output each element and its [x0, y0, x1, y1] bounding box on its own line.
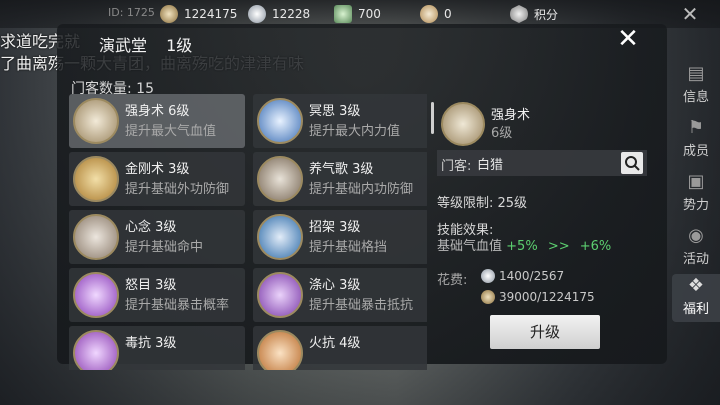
cost-value: 39000/1224175: [499, 290, 595, 304]
effect-base: 基础气血值: [437, 239, 503, 254]
sidebar-item-label: 成员: [682, 144, 709, 159]
skill-card[interactable]: 怒目 3级 提升基础暴击概率: [69, 268, 245, 322]
cost-coins: 39000/1224175: [481, 290, 595, 304]
effect-to: +6%: [579, 239, 612, 254]
mind-skill-icon: [73, 214, 119, 260]
strength-skill-icon: [73, 98, 119, 144]
search-button[interactable]: [621, 152, 643, 174]
skill-card[interactable]: 冥思 3级 提升最大内力值: [253, 94, 427, 148]
background-panel: [60, 358, 660, 388]
cost-value: 1400/2567: [499, 269, 565, 283]
skill-grid: 强身术 6级 提升最大气血值 冥思 3级 提升最大内力值 金刚术 3级 提升基础…: [69, 94, 427, 370]
sidebar-item-label: 信息: [682, 90, 709, 105]
skill-desc: 提升基础格挡: [309, 240, 388, 255]
skill-name: 怒目 3级: [125, 278, 177, 293]
hall-level: 1级: [166, 36, 193, 55]
skill-name: 涤心 3级: [309, 278, 361, 293]
sidebar-item-welfare[interactable]: ❖ 福利: [672, 274, 720, 322]
resource-value: 1224175: [184, 7, 238, 21]
skill-desc: 提升基础暴击概率: [125, 298, 230, 313]
sidebar-item-members[interactable]: ⚑ 成员: [672, 116, 720, 164]
disciple-field[interactable]: [477, 153, 597, 173]
resource-label: 积分: [534, 7, 559, 22]
coin-icon: [160, 5, 178, 23]
points-badge-icon: [510, 5, 528, 23]
resource-value: 700: [358, 7, 381, 21]
player-id: ID: 1725: [108, 6, 155, 19]
rice-bowl-icon: [420, 5, 438, 23]
hall-name: 演武堂: [99, 36, 148, 55]
cleanse-skill-icon: [257, 272, 303, 318]
skill-desc: 提升基础外功防御: [125, 182, 230, 197]
upgrade-button[interactable]: 升级: [490, 315, 600, 349]
search-icon: [625, 156, 640, 171]
level-limit: 等级限制: 25级: [437, 196, 528, 211]
detail-skill-name: 强身术: [491, 108, 531, 123]
bell-skill-icon: [73, 156, 119, 202]
skill-card[interactable]: 涤心 3级 提升基础暴击抵抗: [253, 268, 427, 322]
sidebar-item-faction[interactable]: ▣ 势力: [672, 170, 720, 218]
skill-desc: 提升最大内力值: [309, 124, 401, 139]
cost-title: 花费:: [437, 273, 468, 288]
sidebar: ▤ 信息 ⚑ 成员 ▣ 势力 ◉ 活动 ❖ 福利: [670, 52, 720, 322]
detail-skill-level: 6级: [491, 126, 513, 141]
skill-card[interactable]: 招架 3级 提升基础格挡: [253, 210, 427, 264]
disciple-selector: 门客:: [437, 150, 647, 176]
coin-icon: [481, 290, 495, 304]
members-icon: ⚑: [687, 117, 705, 138]
effect-arrow: >>: [547, 239, 570, 254]
jade-icon: [334, 5, 352, 23]
parry-skill-icon: [257, 214, 303, 260]
welfare-icon: ❖: [687, 275, 705, 296]
silver-ingot-icon: [248, 5, 266, 23]
disciple-label: 门客:: [441, 159, 472, 174]
sidebar-item-label: 活动: [682, 252, 709, 267]
resource-rice: 0: [420, 5, 452, 23]
cost-silver: 1400/2567: [481, 269, 564, 283]
skill-name: 金刚术 3级: [125, 162, 190, 177]
skill-name: 养气歌 3级: [309, 162, 374, 177]
close-icon[interactable]: ✕: [680, 4, 700, 24]
skill-card[interactable]: 强身术 6级 提升最大气血值: [69, 94, 245, 148]
skill-name: 心念 3级: [125, 220, 177, 235]
skill-name: 火抗 4级: [309, 336, 361, 351]
sidebar-item-info[interactable]: ▤ 信息: [672, 62, 720, 110]
glare-skill-icon: [73, 272, 119, 318]
skill-desc: 提升基础命中: [125, 240, 204, 255]
resource-value: 0: [444, 7, 452, 21]
strength-skill-icon: [441, 102, 485, 146]
skill-card[interactable]: 心念 3级 提升基础命中: [69, 210, 245, 264]
skill-name: 冥思 3级: [309, 104, 361, 119]
qi-song-skill-icon: [257, 156, 303, 202]
skill-desc: 提升最大气血值: [125, 124, 217, 139]
resource-value: 12228: [272, 7, 311, 21]
skill-name: 强身术 6级: [125, 104, 190, 119]
silver-ingot-icon: [481, 269, 495, 283]
activity-icon: ◉: [688, 225, 704, 246]
resource-jade: 700: [334, 5, 381, 23]
skill-card[interactable]: 养气歌 3级 提升基础内功防御: [253, 152, 427, 206]
hall-dialog: 演武堂 1级 ✕ 门客数量: 15 强身术 6级 提升最大气血值 冥思 3级 提…: [57, 24, 667, 370]
info-icon: ▤: [687, 63, 705, 84]
effect-value: 基础气血值 +5% >> +6%: [437, 235, 611, 254]
sidebar-item-label: 势力: [682, 198, 709, 213]
meditation-skill-icon: [257, 98, 303, 144]
resource-points[interactable]: 积分: [510, 5, 558, 23]
resource-coins: 1224175: [160, 5, 237, 23]
scrollbar[interactable]: [431, 102, 434, 134]
dialog-title: 演武堂 1级: [99, 32, 192, 56]
skill-card[interactable]: 金刚术 3级 提升基础外功防御: [69, 152, 245, 206]
skill-detail-panel: 强身术 6级 门客: 等级限制: 25级 技能效果: 基础气血值 +5% >> …: [437, 94, 647, 364]
skill-name: 毒抗 3级: [125, 336, 177, 351]
skill-desc: 提升基础暴击抵抗: [309, 298, 414, 313]
faction-icon: ▣: [687, 171, 705, 192]
resource-silver: 12228: [248, 5, 310, 23]
skill-desc: 提升基础内功防御: [309, 182, 414, 197]
sidebar-item-label: 福利: [682, 302, 709, 317]
close-button[interactable]: ✕: [608, 24, 648, 54]
skill-name: 招架 3级: [309, 220, 361, 235]
sidebar-item-activity[interactable]: ◉ 活动: [672, 224, 720, 272]
effect-from: +5%: [506, 239, 538, 254]
